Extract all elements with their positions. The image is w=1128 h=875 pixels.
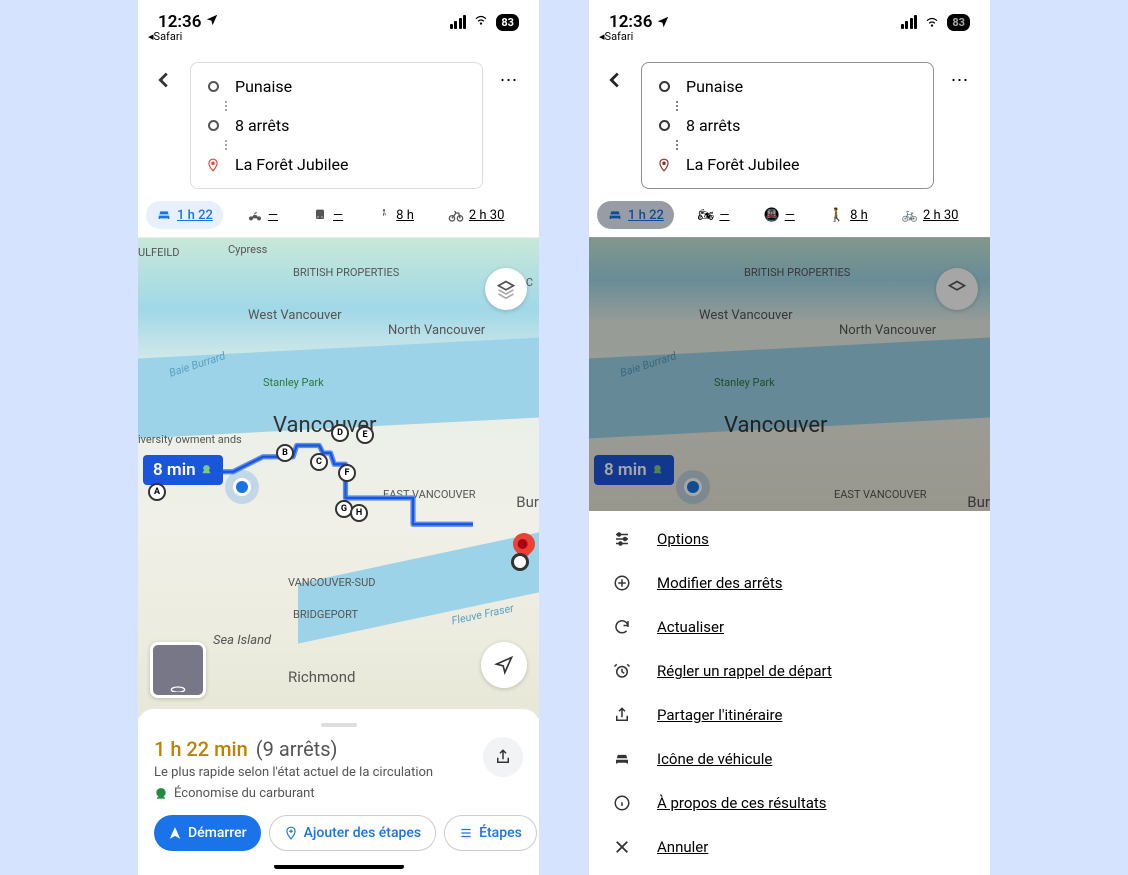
wifi-icon	[472, 12, 490, 32]
add-steps-button[interactable]: Ajouter des étapes	[269, 815, 436, 851]
alarm-icon	[611, 662, 633, 680]
route-origin: Punaise	[235, 77, 292, 96]
steps-button[interactable]: Étapes	[444, 815, 537, 851]
menu-options[interactable]: Options	[589, 517, 990, 561]
current-location-dot	[233, 478, 251, 496]
route-time-badge: 8 min	[143, 455, 223, 485]
menu-cancel[interactable]: Annuler	[589, 825, 990, 869]
mode-rideshare[interactable]: —	[528, 201, 539, 229]
status-bar: 12:36 83	[589, 0, 990, 44]
more-button[interactable]: ⋯	[491, 62, 527, 98]
sheet-stops: (9 arrêts)	[256, 737, 338, 761]
info-icon	[611, 794, 633, 812]
battery-indicator: 83	[496, 14, 519, 31]
route-stops-count: 8 arrêts	[235, 116, 289, 135]
mode-transit[interactable]: —	[302, 201, 353, 229]
waypoint-f: F	[338, 464, 356, 482]
waypoint-h: H	[350, 504, 368, 522]
status-time: 12:36	[158, 12, 201, 32]
waypoint-b: B	[276, 444, 294, 462]
back-button[interactable]	[146, 62, 182, 98]
sheet-grabber[interactable]	[321, 723, 357, 727]
sheet-subtitle: Le plus rapide selon l'état actuel de la…	[154, 765, 433, 780]
destination-ring	[511, 553, 529, 571]
street-view-thumbnail[interactable]	[150, 642, 206, 698]
menu-vehicle-icon[interactable]: Icône de véhicule	[589, 737, 990, 781]
phone-right: 12:36 83 ◂ Safari Punaise 8 arrêts La Fo…	[589, 0, 990, 875]
location-arrow-icon	[205, 12, 219, 32]
waypoint-d: D	[331, 424, 349, 442]
menu-refresh[interactable]: Actualiser	[589, 605, 990, 649]
share-button[interactable]	[483, 737, 523, 777]
map-canvas[interactable]: Cypress ULFEILD BRITISH PROPERTIES LYNN …	[138, 238, 539, 718]
sheet-duration: 1 h 22 min	[154, 737, 248, 761]
recenter-button[interactable]	[481, 642, 527, 688]
waypoint-a: A	[148, 483, 166, 501]
refresh-icon	[611, 618, 633, 636]
mode-bike[interactable]: 2 h 30	[438, 201, 515, 229]
car-icon	[611, 750, 633, 768]
menu-reminder[interactable]: Régler un rappel de départ	[589, 649, 990, 693]
safari-back-link[interactable]: ◂ Safari	[148, 30, 182, 43]
menu-about[interactable]: À propos de ces résultats	[589, 781, 990, 825]
status-bar: 12:36 83	[138, 0, 539, 44]
signal-icon	[450, 15, 467, 29]
mode-walk[interactable]: 8 h	[367, 201, 424, 229]
close-icon	[611, 838, 633, 856]
bottom-sheet[interactable]: 1 h 22 min (9 arrêts) Le plus rapide sel…	[138, 708, 539, 865]
waypoint-e: E	[356, 426, 374, 444]
plus-circle-icon	[611, 574, 633, 592]
start-button[interactable]: Démarrer	[154, 815, 261, 851]
share-icon	[611, 706, 633, 724]
mode-motorcycle[interactable]: —	[237, 201, 288, 229]
menu-edit-stops[interactable]: Modifier des arrêts	[589, 561, 990, 605]
eco-label: Économise du carburant	[174, 786, 315, 801]
mode-car[interactable]: 1 h 22	[146, 201, 223, 229]
menu-share[interactable]: Partager l'itinéraire	[589, 693, 990, 737]
sliders-icon	[611, 530, 633, 548]
waypoint-c: C	[310, 453, 328, 471]
transport-mode-bar: 1 h 22 — — 8 h 2 h 30 —	[138, 197, 539, 238]
layers-button[interactable]	[485, 268, 527, 310]
route-summary-box[interactable]: Punaise 8 arrêts La Forêt Jubilee	[190, 62, 483, 189]
phone-left: 12:36 83 ◂ Safari Punaise	[138, 0, 539, 875]
route-destination: La Forêt Jubilee	[235, 155, 348, 174]
context-menu: Options Modifier des arrêts Actualiser R…	[589, 511, 990, 875]
